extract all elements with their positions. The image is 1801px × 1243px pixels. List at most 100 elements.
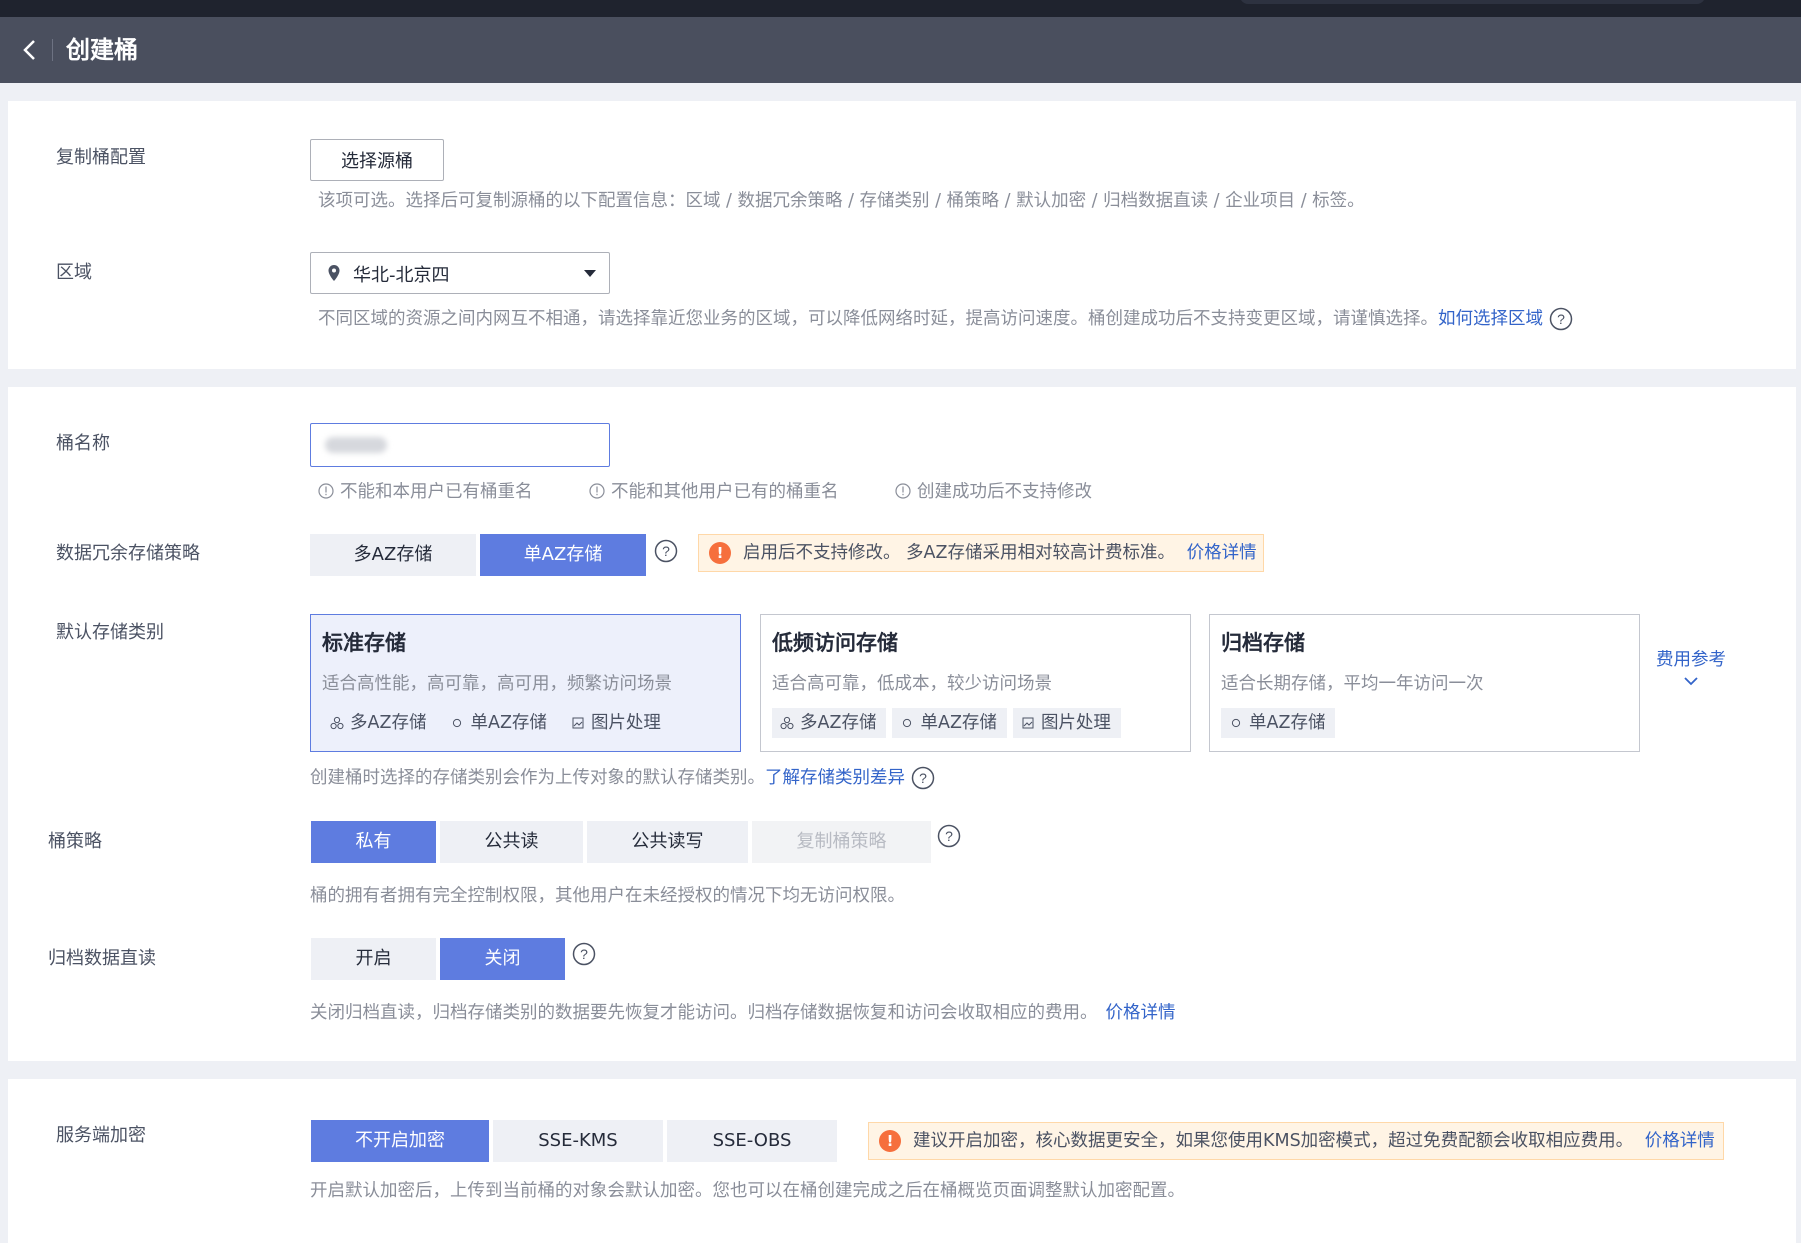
name-rule-1: 不能和本用户已有桶重名 <box>318 478 533 503</box>
region-select[interactable]: 华北-北京四 <box>310 252 610 294</box>
region-value: 华北-北京四 <box>353 265 450 286</box>
replicate-hint: 该项可选。选择后可复制源桶的以下配置信息：区域 / 数据冗余策略 / 存储类别 … <box>318 191 1365 211</box>
help-icon[interactable]: ? <box>911 766 935 790</box>
top-search-pill <box>1240 0 1705 4</box>
redundancy-option-multi-az[interactable]: 多AZ存储 <box>310 534 476 576</box>
tag-label: 多AZ存储 <box>800 713 877 733</box>
fee-reference-link[interactable]: 费用参考 <box>1656 646 1726 671</box>
info-icon <box>589 482 605 499</box>
archive-read-option-on[interactable]: 开启 <box>311 938 436 980</box>
storage-class-hint-row: 创建桶时选择的存储类别会作为上传对象的默认存储类别。 了解存储类别差异 ? <box>310 765 935 791</box>
redundancy-warning-text: 启用后不支持修改。 多AZ存储采用相对较高计费标准。 <box>743 543 1176 563</box>
region-hint: 不同区域的资源之间内网互不相通，请选择靠近您业务的区域，可以降低网络时延，提高访… <box>318 309 1438 329</box>
storage-card-standard[interactable]: 标准存储 适合高性能，高可靠，高可用，频繁访问场景 多AZ存储 单AZ存储 图片… <box>310 614 741 752</box>
redundancy-price-link[interactable]: 价格详情 <box>1187 543 1257 563</box>
svg-text:?: ? <box>919 770 927 786</box>
card-title: 标准存储 <box>322 631 406 655</box>
bucket-name-input[interactable] <box>310 423 610 467</box>
region-label: 区域 <box>56 262 92 283</box>
panel-basic: 复制桶配置 选择源桶 该项可选。选择后可复制源桶的以下配置信息：区域 / 数据冗… <box>8 101 1796 369</box>
name-rule-text: 不能和本用户已有桶重名 <box>340 482 533 502</box>
help-icon[interactable]: ? <box>572 942 596 966</box>
encryption-option-none[interactable]: 不开启加密 <box>311 1120 489 1162</box>
svg-text:?: ? <box>662 543 670 559</box>
encryption-warning: ! 建议开启加密，核心数据更安全，如果您使用KMS加密模式，超过免费配额会收取相… <box>868 1122 1724 1160</box>
tag-single-az: 单AZ存储 <box>442 708 556 738</box>
multi-az-icon <box>780 716 794 730</box>
tag-multi-az: 多AZ存储 <box>322 708 436 738</box>
help-icon[interactable]: ? <box>937 824 961 848</box>
single-az-icon <box>1231 718 1241 728</box>
storage-class-hint: 创建桶时选择的存储类别会作为上传对象的默认存储类别。 <box>310 768 765 788</box>
region-help-link[interactable]: 如何选择区域 <box>1438 306 1543 332</box>
name-rule-3: 创建成功后不支持修改 <box>895 478 1092 503</box>
card-title: 低频访问存储 <box>772 631 898 655</box>
warning-icon: ! <box>709 542 731 564</box>
single-az-icon <box>453 718 462 728</box>
encryption-option-sse-obs[interactable]: SSE-OBS <box>667 1120 837 1162</box>
top-bar <box>0 0 1801 17</box>
storage-class-diff-link[interactable]: 了解存储类别差异 <box>765 765 905 791</box>
blurred-name <box>325 437 387 453</box>
help-icon[interactable]: ? <box>1549 307 1573 331</box>
tag-label: 图片处理 <box>590 713 661 733</box>
image-icon <box>572 717 584 729</box>
info-icon <box>318 482 334 499</box>
select-source-bucket-button[interactable]: 选择源桶 <box>310 139 444 181</box>
chevron-down-icon <box>584 270 596 277</box>
redundancy-label: 数据冗余存储策略 <box>56 543 200 564</box>
archive-price-link[interactable]: 价格详情 <box>1106 1000 1176 1026</box>
card-desc: 适合高性能，高可靠，高可用，频繁访问场景 <box>322 674 672 694</box>
tag-label: 单AZ存储 <box>470 713 547 733</box>
name-rule-text: 创建成功后不支持修改 <box>917 482 1092 502</box>
encryption-hint: 开启默认加密后，上传到当前桶的对象会默认加密。您也可以在桶创建完成之后在桶概览页… <box>310 1181 1185 1201</box>
svg-text:?: ? <box>1557 311 1565 327</box>
single-az-icon <box>903 718 912 728</box>
policy-label: 桶策略 <box>48 831 102 852</box>
encryption-price-link[interactable]: 价格详情 <box>1645 1131 1715 1151</box>
help-icon[interactable]: ? <box>654 539 678 563</box>
archive-read-hint: 关闭归档直读，归档存储类别的数据要先恢复才能访问。归档存储数据恢复和访问会收取相… <box>310 1003 1098 1023</box>
region-hint-row: 不同区域的资源之间内网互不相通，请选择靠近您业务的区域，可以降低网络时延，提高访… <box>318 306 1573 332</box>
chevron-down-icon <box>1684 677 1698 686</box>
name-rule-2: 不能和其他用户已有的桶重名 <box>589 478 839 503</box>
storage-card-archive[interactable]: 归档存储 适合长期存储，平均一年访问一次 单AZ存储 <box>1209 614 1640 752</box>
fee-reference-toggle[interactable]: 费用参考 <box>1656 646 1726 692</box>
location-pin-icon <box>328 265 340 281</box>
tag-image-processing: 图片处理 <box>1012 708 1121 738</box>
tag-label: 图片处理 <box>1040 713 1111 733</box>
panel-encryption: 服务端加密 不开启加密 SSE-KMS SSE-OBS ! 建议开启加密，核心数… <box>8 1079 1796 1243</box>
info-icon <box>895 482 911 499</box>
policy-hint: 桶的拥有者拥有完全控制权限，其他用户在未经授权的情况下均无访问权限。 <box>310 886 905 906</box>
multi-az-icon <box>330 716 344 730</box>
tag-label: 单AZ存储 <box>920 713 997 733</box>
policy-option-copy-policy: 复制桶策略 <box>752 821 931 863</box>
redundancy-option-single-az[interactable]: 单AZ存储 <box>480 534 646 576</box>
archive-read-hint-row: 关闭归档直读，归档存储类别的数据要先恢复才能访问。归档存储数据恢复和访问会收取相… <box>310 1000 1176 1026</box>
policy-option-private[interactable]: 私有 <box>311 821 436 863</box>
tag-image-processing: 图片处理 <box>563 708 671 738</box>
card-desc: 适合高可靠，低成本，较少访问场景 <box>772 674 1052 694</box>
back-arrow-icon[interactable] <box>14 34 46 66</box>
tag-single-az: 单AZ存储 <box>1221 708 1336 738</box>
bucket-name-label: 桶名称 <box>56 433 110 454</box>
tag-single-az: 单AZ存储 <box>892 708 1007 738</box>
storage-card-infrequent[interactable]: 低频访问存储 适合高可靠，低成本，较少访问场景 多AZ存储 单AZ存储 图片处理 <box>760 614 1191 752</box>
encryption-warning-text: 建议开启加密，核心数据更安全，如果您使用KMS加密模式，超过免费配额会收取相应费… <box>913 1131 1634 1151</box>
encryption-option-sse-kms[interactable]: SSE-KMS <box>493 1120 663 1162</box>
svg-text:?: ? <box>580 946 588 962</box>
archive-read-label: 归档数据直读 <box>48 948 156 969</box>
policy-option-public-read-write[interactable]: 公共读写 <box>587 821 748 863</box>
policy-option-public-read[interactable]: 公共读 <box>440 821 583 863</box>
tag-label: 多AZ存储 <box>350 713 427 733</box>
storage-class-label: 默认存储类别 <box>56 622 164 643</box>
name-rule-text: 不能和其他用户已有的桶重名 <box>611 482 839 502</box>
page-header: 创建桶 <box>0 17 1801 83</box>
archive-read-option-off[interactable]: 关闭 <box>440 938 565 980</box>
tag-multi-az: 多AZ存储 <box>772 708 887 738</box>
encryption-label: 服务端加密 <box>56 1125 146 1146</box>
tag-label: 单AZ存储 <box>1249 713 1326 733</box>
redundancy-warning: ! 启用后不支持修改。 多AZ存储采用相对较高计费标准。 价格详情 <box>698 534 1264 572</box>
replicate-label: 复制桶配置 <box>56 147 146 168</box>
svg-text:?: ? <box>945 828 953 844</box>
